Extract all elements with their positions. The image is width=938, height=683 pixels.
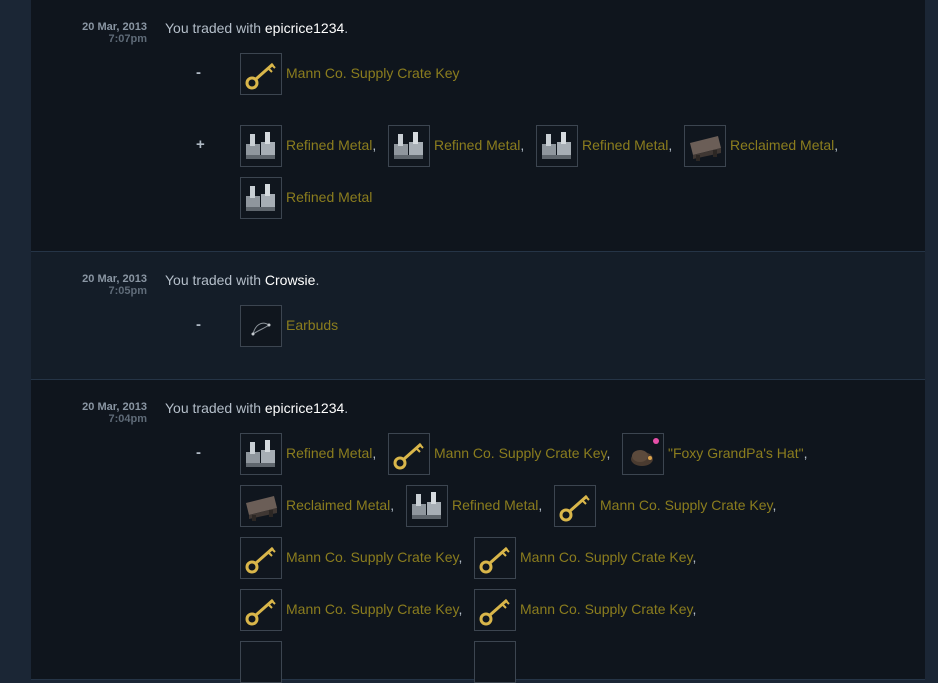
- earbuds-icon: [251, 322, 271, 336]
- item-thumbnail: [240, 433, 282, 475]
- refined-metal-icon: [394, 132, 423, 159]
- reclaimed-metal-icon: [690, 136, 721, 161]
- key-icon: [559, 494, 590, 522]
- item-name[interactable]: Refined Metal,: [452, 497, 542, 513]
- item-thumbnail: [684, 125, 726, 167]
- trade-date: 20 Mar, 2013: [82, 21, 147, 33]
- item-name[interactable]: Refined Metal,: [582, 137, 672, 153]
- trade-entry: 20 Mar, 2013 7:05pm You traded with Crow…: [31, 252, 925, 380]
- item-thumbnail: [388, 433, 430, 475]
- headline-prefix: You traded with: [165, 20, 265, 36]
- hat-icon: [631, 438, 659, 466]
- trade-timestamp: 20 Mar, 2013 7:04pm: [82, 401, 147, 425]
- item-name[interactable]: Refined Metal,: [434, 137, 524, 153]
- item-thumbnail: [554, 485, 596, 527]
- trade-headline: You traded with epicrice1234.: [165, 400, 348, 416]
- item-thumbnail: [240, 485, 282, 527]
- headline-prefix: You traded with: [165, 400, 265, 416]
- key-icon: [479, 598, 510, 626]
- items-given-sign: -: [196, 316, 201, 333]
- trade-partner-link[interactable]: epicrice1234: [265, 20, 344, 36]
- item-thumbnail: [240, 537, 282, 579]
- item-name[interactable]: Mann Co. Supply Crate Key,: [520, 601, 696, 617]
- item-thumbnail: [474, 537, 516, 579]
- trade-timestamp: 20 Mar, 2013 7:05pm: [82, 273, 147, 297]
- key-icon: [245, 598, 276, 626]
- key-icon: [245, 546, 276, 574]
- item-thumbnail: [474, 589, 516, 631]
- item-name[interactable]: Mann Co. Supply Crate Key,: [286, 601, 462, 617]
- headline-suffix: .: [344, 400, 349, 416]
- item-thumbnail: [622, 433, 664, 475]
- trade-partner-link[interactable]: Crowsie: [265, 272, 316, 288]
- item-thumbnail: [240, 177, 282, 219]
- trade-time: 7:05pm: [108, 285, 147, 297]
- item-thumbnail: [240, 53, 282, 95]
- trade-headline: You traded with epicrice1234.: [165, 20, 348, 36]
- refined-metal-icon: [542, 132, 571, 159]
- item-name[interactable]: Refined Metal: [286, 189, 372, 205]
- trade-date: 20 Mar, 2013: [82, 401, 147, 413]
- item-thumbnail: [536, 125, 578, 167]
- refined-metal-icon: [246, 440, 275, 467]
- trade-time: 7:04pm: [108, 413, 147, 425]
- item-thumbnail: [240, 305, 282, 347]
- trade-time: 7:07pm: [108, 33, 147, 45]
- trade-headline: You traded with Crowsie.: [165, 272, 319, 288]
- item-name[interactable]: Refined Metal,: [286, 137, 376, 153]
- item-name[interactable]: Reclaimed Metal,: [286, 497, 394, 513]
- trade-partner-link[interactable]: epicrice1234: [265, 400, 344, 416]
- item-name[interactable]: Earbuds: [286, 317, 338, 333]
- item-name[interactable]: Mann Co. Supply Crate Key,: [434, 445, 610, 461]
- item-name[interactable]: Mann Co. Supply Crate Key,: [600, 497, 776, 513]
- reclaimed-metal-icon: [246, 496, 277, 521]
- headline-suffix: .: [344, 20, 349, 36]
- item-thumbnail: [474, 641, 516, 683]
- key-icon: [479, 546, 510, 574]
- refined-metal-icon: [412, 492, 441, 519]
- item-name[interactable]: "Foxy GrandPa's Hat",: [668, 445, 807, 461]
- item-thumbnail: [240, 641, 282, 683]
- key-icon: [393, 442, 424, 470]
- refined-metal-icon: [246, 184, 275, 211]
- trade-date: 20 Mar, 2013: [82, 273, 147, 285]
- item-name[interactable]: Mann Co. Supply Crate Key,: [286, 549, 462, 565]
- trade-entry: 20 Mar, 2013 7:04pm You traded with epic…: [31, 380, 925, 683]
- item-name[interactable]: Mann Co. Supply Crate Key: [286, 65, 460, 81]
- headline-prefix: You traded with: [165, 272, 265, 288]
- headline-suffix: .: [315, 272, 320, 288]
- trade-timestamp: 20 Mar, 2013 7:07pm: [82, 21, 147, 45]
- trade-entry: 20 Mar, 2013 7:07pm You traded with epic…: [31, 0, 925, 252]
- item-name[interactable]: Mann Co. Supply Crate Key,: [520, 549, 696, 565]
- item-thumbnail: [240, 125, 282, 167]
- refined-metal-icon: [246, 132, 275, 159]
- item-thumbnail: [406, 485, 448, 527]
- items-received-sign: +: [196, 136, 205, 153]
- key-icon: [245, 62, 276, 90]
- items-given-sign: -: [196, 444, 201, 461]
- item-thumbnail: [388, 125, 430, 167]
- item-thumbnail: [240, 589, 282, 631]
- items-given-sign: -: [196, 64, 201, 81]
- item-name[interactable]: Reclaimed Metal,: [730, 137, 838, 153]
- item-name[interactable]: Refined Metal,: [286, 445, 376, 461]
